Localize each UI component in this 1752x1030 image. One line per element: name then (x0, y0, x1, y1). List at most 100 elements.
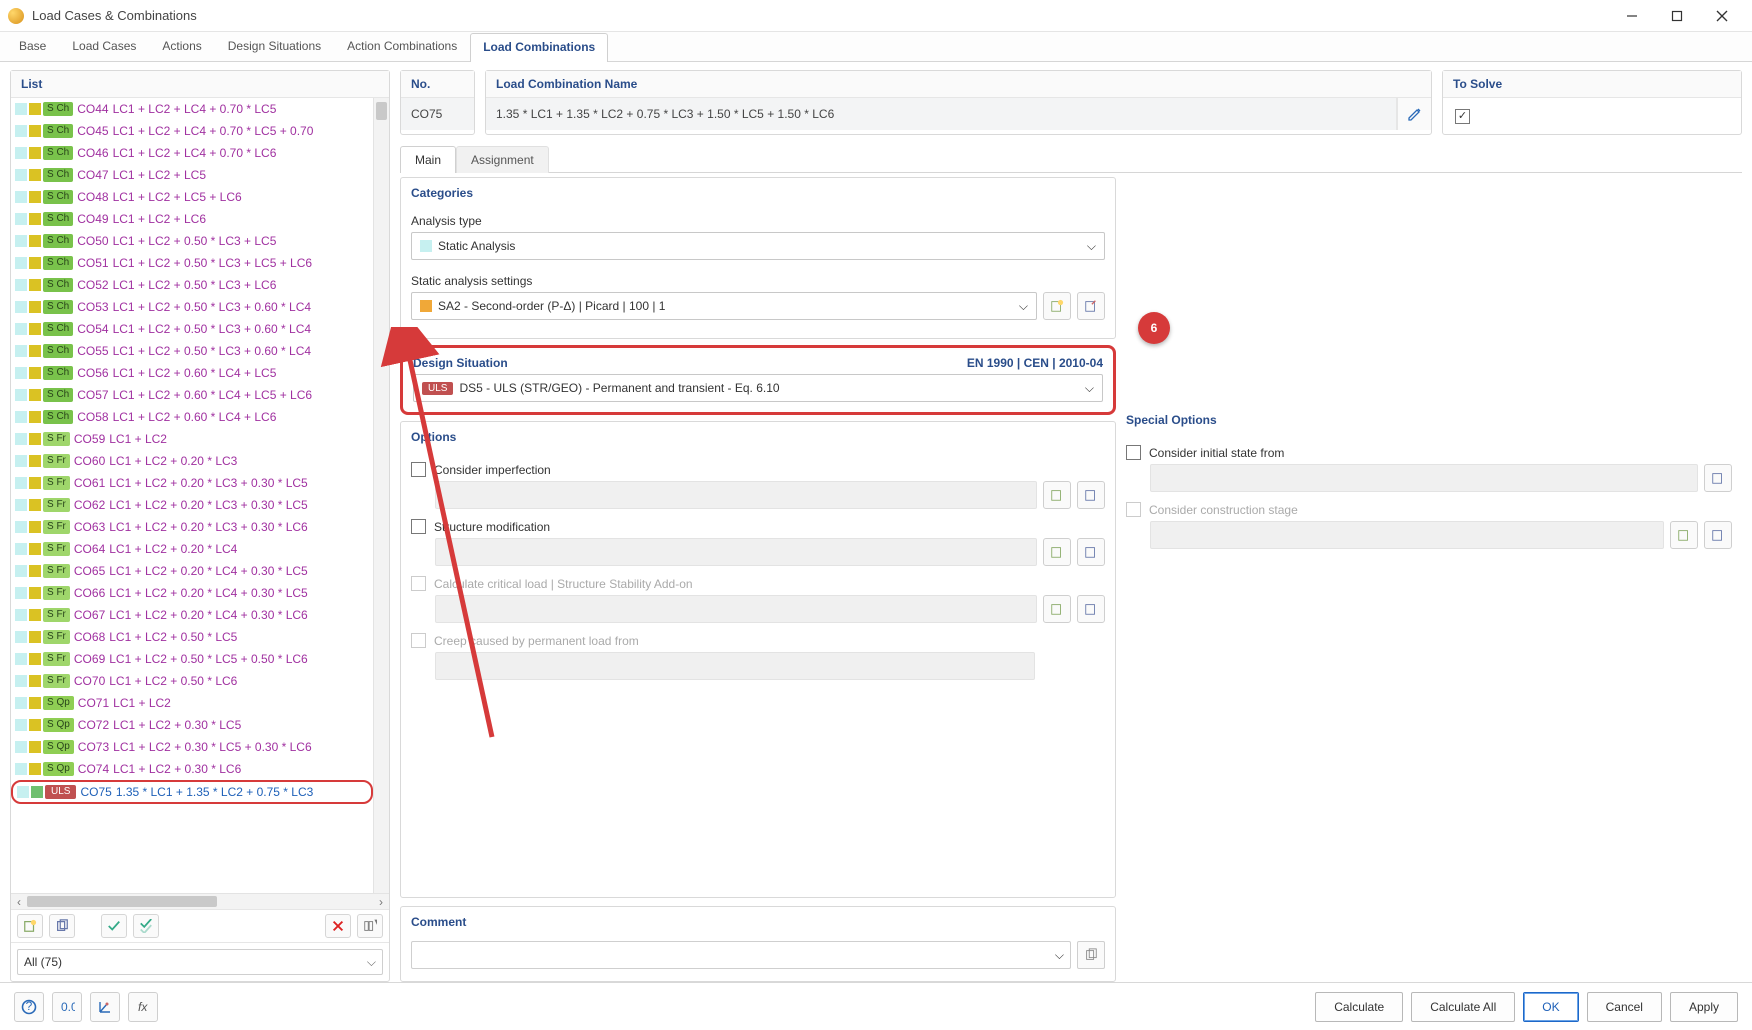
consider-imperfection-checkbox[interactable] (411, 462, 426, 477)
list-item[interactable]: S FrCO69LC1 + LC2 + 0.50 * LC5 + 0.50 * … (11, 648, 373, 670)
imperfection-new-button[interactable] (1043, 481, 1071, 509)
edit-name-button[interactable] (1397, 98, 1431, 130)
calculate-all-button[interactable]: Calculate All (1411, 992, 1515, 1022)
analysis-type-dropdown[interactable]: Static Analysis ⌵ (411, 232, 1105, 260)
list-rows[interactable]: S ChCO44LC1 + LC2 + LC4 + 0.70 * LC5S Ch… (11, 98, 373, 893)
ok-button[interactable]: OK (1523, 992, 1578, 1022)
list-item[interactable]: S FrCO63LC1 + LC2 + 0.20 * LC3 + 0.30 * … (11, 516, 373, 538)
to-solve-checkbox[interactable] (1455, 109, 1470, 124)
list-item[interactable]: S FrCO60LC1 + LC2 + 0.20 * LC3 (11, 450, 373, 472)
list-item[interactable]: S FrCO67LC1 + LC2 + 0.20 * LC4 + 0.30 * … (11, 604, 373, 626)
close-button[interactable] (1699, 1, 1744, 31)
design-situation-dropdown[interactable]: ULS DS5 - ULS (STR/GEO) - Permanent and … (413, 374, 1103, 402)
list-item[interactable]: S ChCO56LC1 + LC2 + 0.60 * LC4 + LC5 (11, 362, 373, 384)
list-item[interactable]: S QpCO71LC1 + LC2 (11, 692, 373, 714)
special-options-header: Special Options (1126, 405, 1742, 431)
new-setting-button[interactable] (1043, 292, 1071, 320)
list-item[interactable]: S FrCO61LC1 + LC2 + 0.20 * LC3 + 0.30 * … (11, 472, 373, 494)
uncheck-all-button[interactable] (133, 914, 159, 938)
list-item[interactable]: S ChCO51LC1 + LC2 + 0.50 * LC3 + LC5 + L… (11, 252, 373, 274)
structure-mod-edit-button[interactable] (1077, 538, 1105, 566)
svg-text:?: ? (26, 999, 33, 1013)
category-badge: S Ch (43, 124, 73, 138)
structure-modification-checkbox[interactable] (411, 519, 426, 534)
critical-load-new-button[interactable] (1043, 595, 1071, 623)
structure-mod-new-button[interactable] (1043, 538, 1071, 566)
units-button[interactable]: 0.00 (52, 992, 82, 1022)
list-item[interactable]: S FrCO66LC1 + LC2 + 0.20 * LC4 + 0.30 * … (11, 582, 373, 604)
new-button[interactable] (17, 914, 43, 938)
list-item[interactable]: S FrCO64LC1 + LC2 + 0.20 * LC4 (11, 538, 373, 560)
list-item[interactable]: S ChCO54LC1 + LC2 + 0.50 * LC3 + 0.60 * … (11, 318, 373, 340)
list-item[interactable]: S ChCO48LC1 + LC2 + LC5 + LC6 (11, 186, 373, 208)
list-item[interactable]: S ChCO45LC1 + LC2 + LC4 + 0.70 * LC5 + 0… (11, 120, 373, 142)
list-item[interactable]: S ChCO47LC1 + LC2 + LC5 (11, 164, 373, 186)
static-settings-dropdown[interactable]: SA2 - Second-order (P-Δ) | Picard | 100 … (411, 292, 1037, 320)
list-item[interactable]: S FrCO65LC1 + LC2 + 0.20 * LC4 + 0.30 * … (11, 560, 373, 582)
category-badge: S Fr (43, 476, 70, 490)
list-item[interactable]: ULSCO751.35 * LC1 + 1.35 * LC2 + 0.75 * … (11, 780, 373, 804)
list-vertical-scrollbar[interactable] (373, 98, 389, 893)
list-item[interactable]: S QpCO74LC1 + LC2 + 0.30 * LC6 (11, 758, 373, 780)
comment-dropdown[interactable]: ⌵ (411, 941, 1071, 969)
combo-formula: LC1 + LC2 + 0.50 * LC6 (109, 674, 237, 688)
list-horizontal-scrollbar[interactable]: ‹› (11, 893, 389, 909)
list-item[interactable]: S QpCO72LC1 + LC2 + 0.30 * LC5 (11, 714, 373, 736)
check-all-button[interactable] (101, 914, 127, 938)
list-item[interactable]: S FrCO68LC1 + LC2 + 0.50 * LC5 (11, 626, 373, 648)
delete-button[interactable] (325, 914, 351, 938)
list-filter-dropdown[interactable]: All (75) ⌵ (17, 949, 383, 975)
list-item[interactable]: S ChCO57LC1 + LC2 + 0.60 * LC4 + LC5 + L… (11, 384, 373, 406)
copy-button[interactable] (49, 914, 75, 938)
subtab-main[interactable]: Main (400, 146, 456, 173)
comment-library-button[interactable] (1077, 941, 1105, 969)
edit-setting-button[interactable] (1077, 292, 1105, 320)
list-item[interactable]: S ChCO55LC1 + LC2 + 0.50 * LC3 + 0.60 * … (11, 340, 373, 362)
help-button[interactable]: ? (14, 992, 44, 1022)
formula-button[interactable]: fx (128, 992, 158, 1022)
tab-design-situations[interactable]: Design Situations (215, 32, 334, 61)
combo-id: CO45 (77, 124, 108, 138)
chevron-down-icon: ⌵ (1019, 299, 1028, 314)
list-item[interactable]: S ChCO53LC1 + LC2 + 0.50 * LC3 + 0.60 * … (11, 296, 373, 318)
list-item[interactable]: S ChCO52LC1 + LC2 + 0.50 * LC3 + LC6 (11, 274, 373, 296)
list-item[interactable]: S ChCO50LC1 + LC2 + 0.50 * LC3 + LC5 (11, 230, 373, 252)
critical-load-edit-button[interactable] (1077, 595, 1105, 623)
combo-id: CO71 (78, 696, 109, 710)
tab-action-combinations[interactable]: Action Combinations (334, 32, 470, 61)
minimize-button[interactable] (1609, 1, 1654, 31)
maximize-button[interactable] (1654, 1, 1699, 31)
graphics-button[interactable] (90, 992, 120, 1022)
swatch-icon (29, 499, 41, 511)
swatch-icon (29, 565, 41, 577)
list-item[interactable]: S FrCO62LC1 + LC2 + 0.20 * LC3 + 0.30 * … (11, 494, 373, 516)
category-badge: S Ch (43, 102, 73, 116)
columns-button[interactable]: ▾ (357, 914, 383, 938)
list-item[interactable]: S ChCO49LC1 + LC2 + LC6 (11, 208, 373, 230)
list-item[interactable]: S ChCO46LC1 + LC2 + LC4 + 0.70 * LC6 (11, 142, 373, 164)
list-item[interactable]: S ChCO58LC1 + LC2 + 0.60 * LC4 + LC6 (11, 406, 373, 428)
tab-load-cases[interactable]: Load Cases (59, 32, 149, 61)
calculate-button[interactable]: Calculate (1315, 992, 1403, 1022)
list-item[interactable]: S ChCO44LC1 + LC2 + LC4 + 0.70 * LC5 (11, 98, 373, 120)
initial-state-edit-button[interactable] (1704, 464, 1732, 492)
construction-stage-edit-button[interactable] (1704, 521, 1732, 549)
tab-actions[interactable]: Actions (149, 32, 214, 61)
apply-button[interactable]: Apply (1670, 992, 1738, 1022)
combo-formula: LC1 + LC2 + 0.50 * LC3 + 0.60 * LC4 (113, 344, 311, 358)
list-item[interactable]: S QpCO73LC1 + LC2 + 0.30 * LC5 + 0.30 * … (11, 736, 373, 758)
subtab-assignment[interactable]: Assignment (456, 146, 549, 173)
swatch-icon (15, 345, 27, 357)
tab-load-combinations[interactable]: Load Combinations (470, 33, 608, 62)
svg-text:fx: fx (138, 1000, 148, 1014)
category-badge: S Qp (43, 740, 74, 754)
imperfection-edit-button[interactable] (1077, 481, 1105, 509)
category-badge: S Fr (43, 432, 70, 446)
cancel-button[interactable]: Cancel (1587, 992, 1662, 1022)
tab-base[interactable]: Base (6, 32, 59, 61)
swatch-icon (420, 240, 432, 252)
initial-state-checkbox[interactable] (1126, 445, 1141, 460)
list-item[interactable]: S FrCO70LC1 + LC2 + 0.50 * LC6 (11, 670, 373, 692)
construction-stage-new-button[interactable] (1670, 521, 1698, 549)
list-item[interactable]: S FrCO59LC1 + LC2 (11, 428, 373, 450)
